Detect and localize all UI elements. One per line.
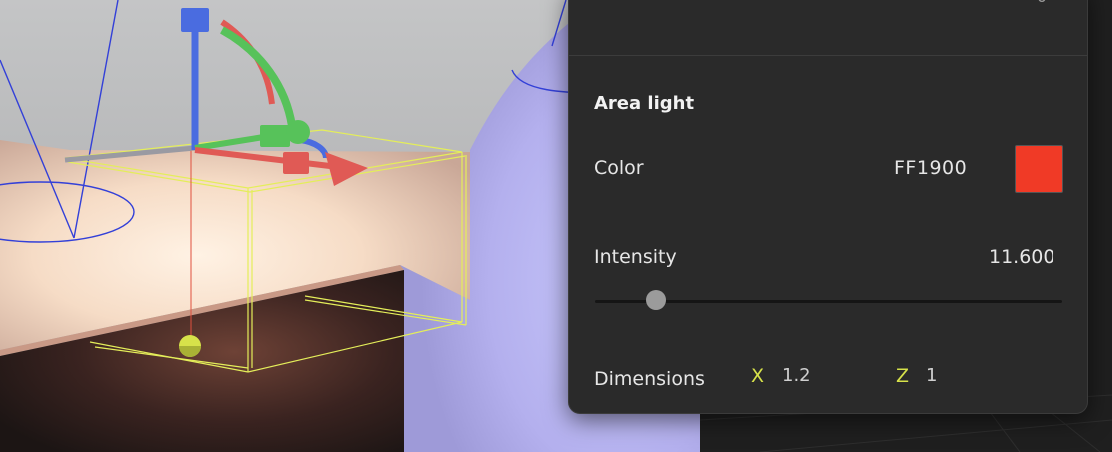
axis-z-cube[interactable] [181,8,209,32]
properties-panel: 0 Area light Color FF1900 Intensity 11.6… [568,0,1088,414]
dimension-x-input[interactable]: 1.2 [782,365,811,386]
intensity-label: Intensity [594,246,677,268]
dimension-x-label: X [751,365,765,387]
color-hex-input[interactable]: FF1900 [894,157,967,179]
dimensions-label: Dimensions [594,368,705,390]
axis-y-cube[interactable] [260,125,290,147]
section-title: Area light [594,93,695,114]
color-label: Color [594,157,644,179]
gizmo-center[interactable] [286,120,310,144]
dimension-z-label: Z [896,365,910,387]
section-divider [569,55,1087,56]
axis-x-cube[interactable] [283,152,309,174]
intensity-slider-thumb[interactable] [645,290,666,310]
color-swatch[interactable] [1015,145,1063,193]
intensity-value-input[interactable]: 11.600 [989,246,1053,272]
top-field-value: 0 [1037,0,1047,6]
dimension-z-input[interactable]: 1 [926,365,937,386]
